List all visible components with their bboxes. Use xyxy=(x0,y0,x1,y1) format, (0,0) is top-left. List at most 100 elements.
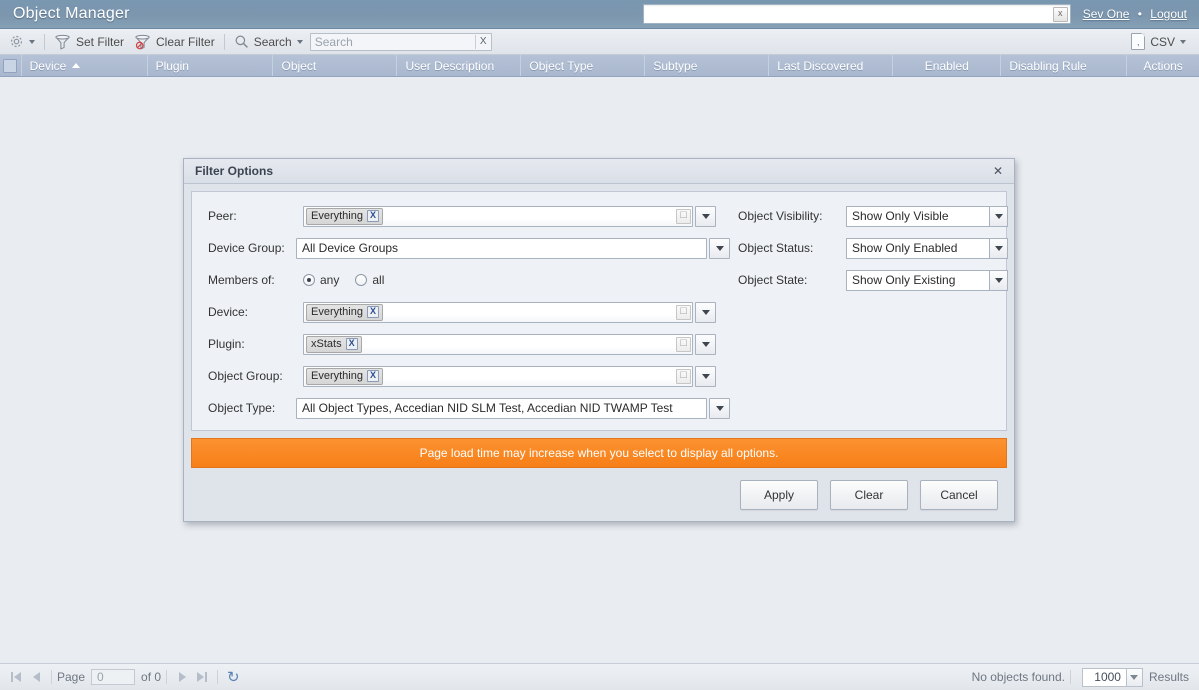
global-search-clear-icon[interactable]: x xyxy=(1052,6,1068,22)
chevron-down-icon xyxy=(296,39,303,44)
radio-icon-any[interactable] xyxy=(303,274,315,286)
object-visibility-dropdown-button[interactable] xyxy=(989,205,1008,227)
first-page-button[interactable] xyxy=(6,667,26,687)
object-group-chip-remove-icon[interactable]: X xyxy=(366,370,379,382)
object-group-input[interactable]: Everything X ☐ xyxy=(303,365,693,387)
previous-page-button[interactable] xyxy=(26,667,46,687)
field-row-plugin: Plugin: xStats X ☐ xyxy=(200,332,730,356)
clear-filter-button[interactable]: Clear Filter xyxy=(129,31,220,53)
page-number-input[interactable]: 0 xyxy=(91,669,136,685)
select-all-checkbox[interactable] xyxy=(3,58,18,73)
object-state-dropdown-button[interactable] xyxy=(989,269,1008,291)
object-group-dropdown-button[interactable] xyxy=(695,365,716,387)
object-type-combo[interactable]: All Object Types, Accedian NID SLM Test,… xyxy=(296,397,730,419)
footer-divider-3 xyxy=(217,670,219,684)
user-name-link[interactable]: Sev One xyxy=(1083,7,1130,21)
plugin-dropdown-button[interactable] xyxy=(695,333,716,355)
device-input[interactable]: Everything X ☐ xyxy=(303,301,693,323)
device-group-label: Device Group: xyxy=(208,241,285,255)
device-group-dropdown-button[interactable] xyxy=(709,237,730,259)
chevron-down-icon xyxy=(994,277,1003,283)
radio-icon-all[interactable] xyxy=(355,274,368,286)
set-filter-button[interactable]: Set Filter xyxy=(49,31,129,53)
column-header-last-discovered[interactable]: Last Discovered xyxy=(769,55,894,76)
object-visibility-select[interactable]: Show Only Visible xyxy=(846,205,1008,227)
column-header-disabling-rule[interactable]: Disabling Rule xyxy=(1001,55,1128,76)
last-page-button[interactable] xyxy=(192,667,212,687)
field-row-object-status: Object Status: Show Only Enabled xyxy=(738,236,1008,260)
column-header-subtype[interactable]: Subtype xyxy=(645,55,770,76)
column-header-object[interactable]: Object xyxy=(273,55,398,76)
plugin-clear-icon[interactable]: ☐ xyxy=(676,336,691,352)
object-group-clear-icon[interactable]: ☐ xyxy=(676,368,691,384)
object-status-select[interactable]: Show Only Enabled xyxy=(846,237,1008,259)
settings-menu-button[interactable] xyxy=(4,31,40,53)
close-icon[interactable]: ✕ xyxy=(991,165,1005,177)
device-clear-icon[interactable]: ☐ xyxy=(676,304,691,320)
device-group-input[interactable]: All Device Groups xyxy=(296,237,707,259)
chevron-down-icon xyxy=(701,341,710,347)
column-label: Device xyxy=(29,58,67,73)
object-type-dropdown-button[interactable] xyxy=(709,397,730,419)
select-all-header-cell[interactable] xyxy=(0,55,22,76)
results-per-page-select[interactable]: 1000 xyxy=(1081,667,1143,687)
members-of-radio-all[interactable]: all xyxy=(355,273,384,287)
column-header-plugin[interactable]: Plugin xyxy=(148,55,274,76)
dialog-body: Peer: Everything X ☐ Device Group: All D… xyxy=(191,191,1008,431)
logout-link[interactable]: Logout xyxy=(1150,7,1187,21)
cancel-button[interactable]: Cancel xyxy=(920,479,998,510)
device-group-value: All Device Groups xyxy=(302,241,399,255)
plugin-combo[interactable]: xStats X ☐ xyxy=(303,333,716,355)
column-header-actions[interactable]: Actions xyxy=(1127,55,1199,76)
column-header-device[interactable]: Device xyxy=(22,55,148,76)
peer-clear-icon[interactable]: ☐ xyxy=(676,208,691,224)
chevron-down-icon xyxy=(1130,674,1139,680)
peer-input[interactable]: Everything X ☐ xyxy=(303,205,693,227)
column-header-object-type[interactable]: Object Type xyxy=(521,55,646,76)
toolbar-right-group: , CSV xyxy=(1126,31,1191,53)
device-chip-label: Everything xyxy=(311,306,363,318)
peer-combo[interactable]: Everything X ☐ xyxy=(303,205,716,227)
device-group-combo[interactable]: All Device Groups xyxy=(296,237,730,259)
object-type-input[interactable]: All Object Types, Accedian NID SLM Test,… xyxy=(296,397,707,419)
column-label: Disabling Rule xyxy=(1009,58,1087,73)
plugin-input[interactable]: xStats X ☐ xyxy=(303,333,693,355)
objects-table-header: Device Plugin Object User Description Ob… xyxy=(0,55,1199,77)
dialog-footer: Apply Clear Cancel xyxy=(184,468,1014,521)
object-status-dropdown-button[interactable] xyxy=(989,237,1008,259)
global-search-input[interactable]: x xyxy=(642,4,1071,24)
last-page-icon xyxy=(205,672,208,682)
column-header-enabled[interactable]: Enabled xyxy=(893,55,1002,76)
footer-divider-4 xyxy=(1069,670,1071,684)
peer-chip-remove-icon[interactable]: X xyxy=(366,210,379,222)
search-clear-icon[interactable]: X xyxy=(474,34,491,49)
members-of-radio-any[interactable]: any xyxy=(303,273,339,287)
apply-button[interactable]: Apply xyxy=(740,479,818,510)
object-group-combo[interactable]: Everything X ☐ xyxy=(303,365,716,387)
search-input[interactable]: Search X xyxy=(309,32,492,51)
object-state-select[interactable]: Show Only Existing xyxy=(846,269,1008,291)
csv-export-button[interactable]: , CSV xyxy=(1126,31,1191,53)
dialog-title: Filter Options xyxy=(195,164,273,178)
chevron-down-icon xyxy=(701,309,710,315)
refresh-icon[interactable]: ↻ xyxy=(227,670,240,685)
peer-dropdown-button[interactable] xyxy=(695,205,716,227)
column-label: Object Type xyxy=(529,58,594,73)
next-page-button[interactable] xyxy=(172,667,192,687)
radio-label-all: all xyxy=(372,273,385,287)
device-combo[interactable]: Everything X ☐ xyxy=(303,301,716,323)
column-label: Subtype xyxy=(653,58,698,73)
device-dropdown-button[interactable] xyxy=(695,301,716,323)
results-per-page-value: 1000 xyxy=(1081,667,1126,687)
results-per-page-dropdown-button[interactable] xyxy=(1125,667,1143,687)
clear-button[interactable]: Clear xyxy=(830,479,908,510)
column-header-user-description[interactable]: User Description xyxy=(397,55,522,76)
plugin-label: Plugin: xyxy=(208,337,245,351)
search-menu-button[interactable]: Search xyxy=(229,31,308,53)
chevron-down-icon xyxy=(715,245,724,251)
search-menu-label: Search xyxy=(253,34,292,49)
csv-label: CSV xyxy=(1150,34,1175,49)
device-chip-remove-icon[interactable]: X xyxy=(366,306,379,318)
plugin-chip-remove-icon[interactable]: X xyxy=(345,338,358,350)
set-filter-label: Set Filter xyxy=(76,34,125,49)
